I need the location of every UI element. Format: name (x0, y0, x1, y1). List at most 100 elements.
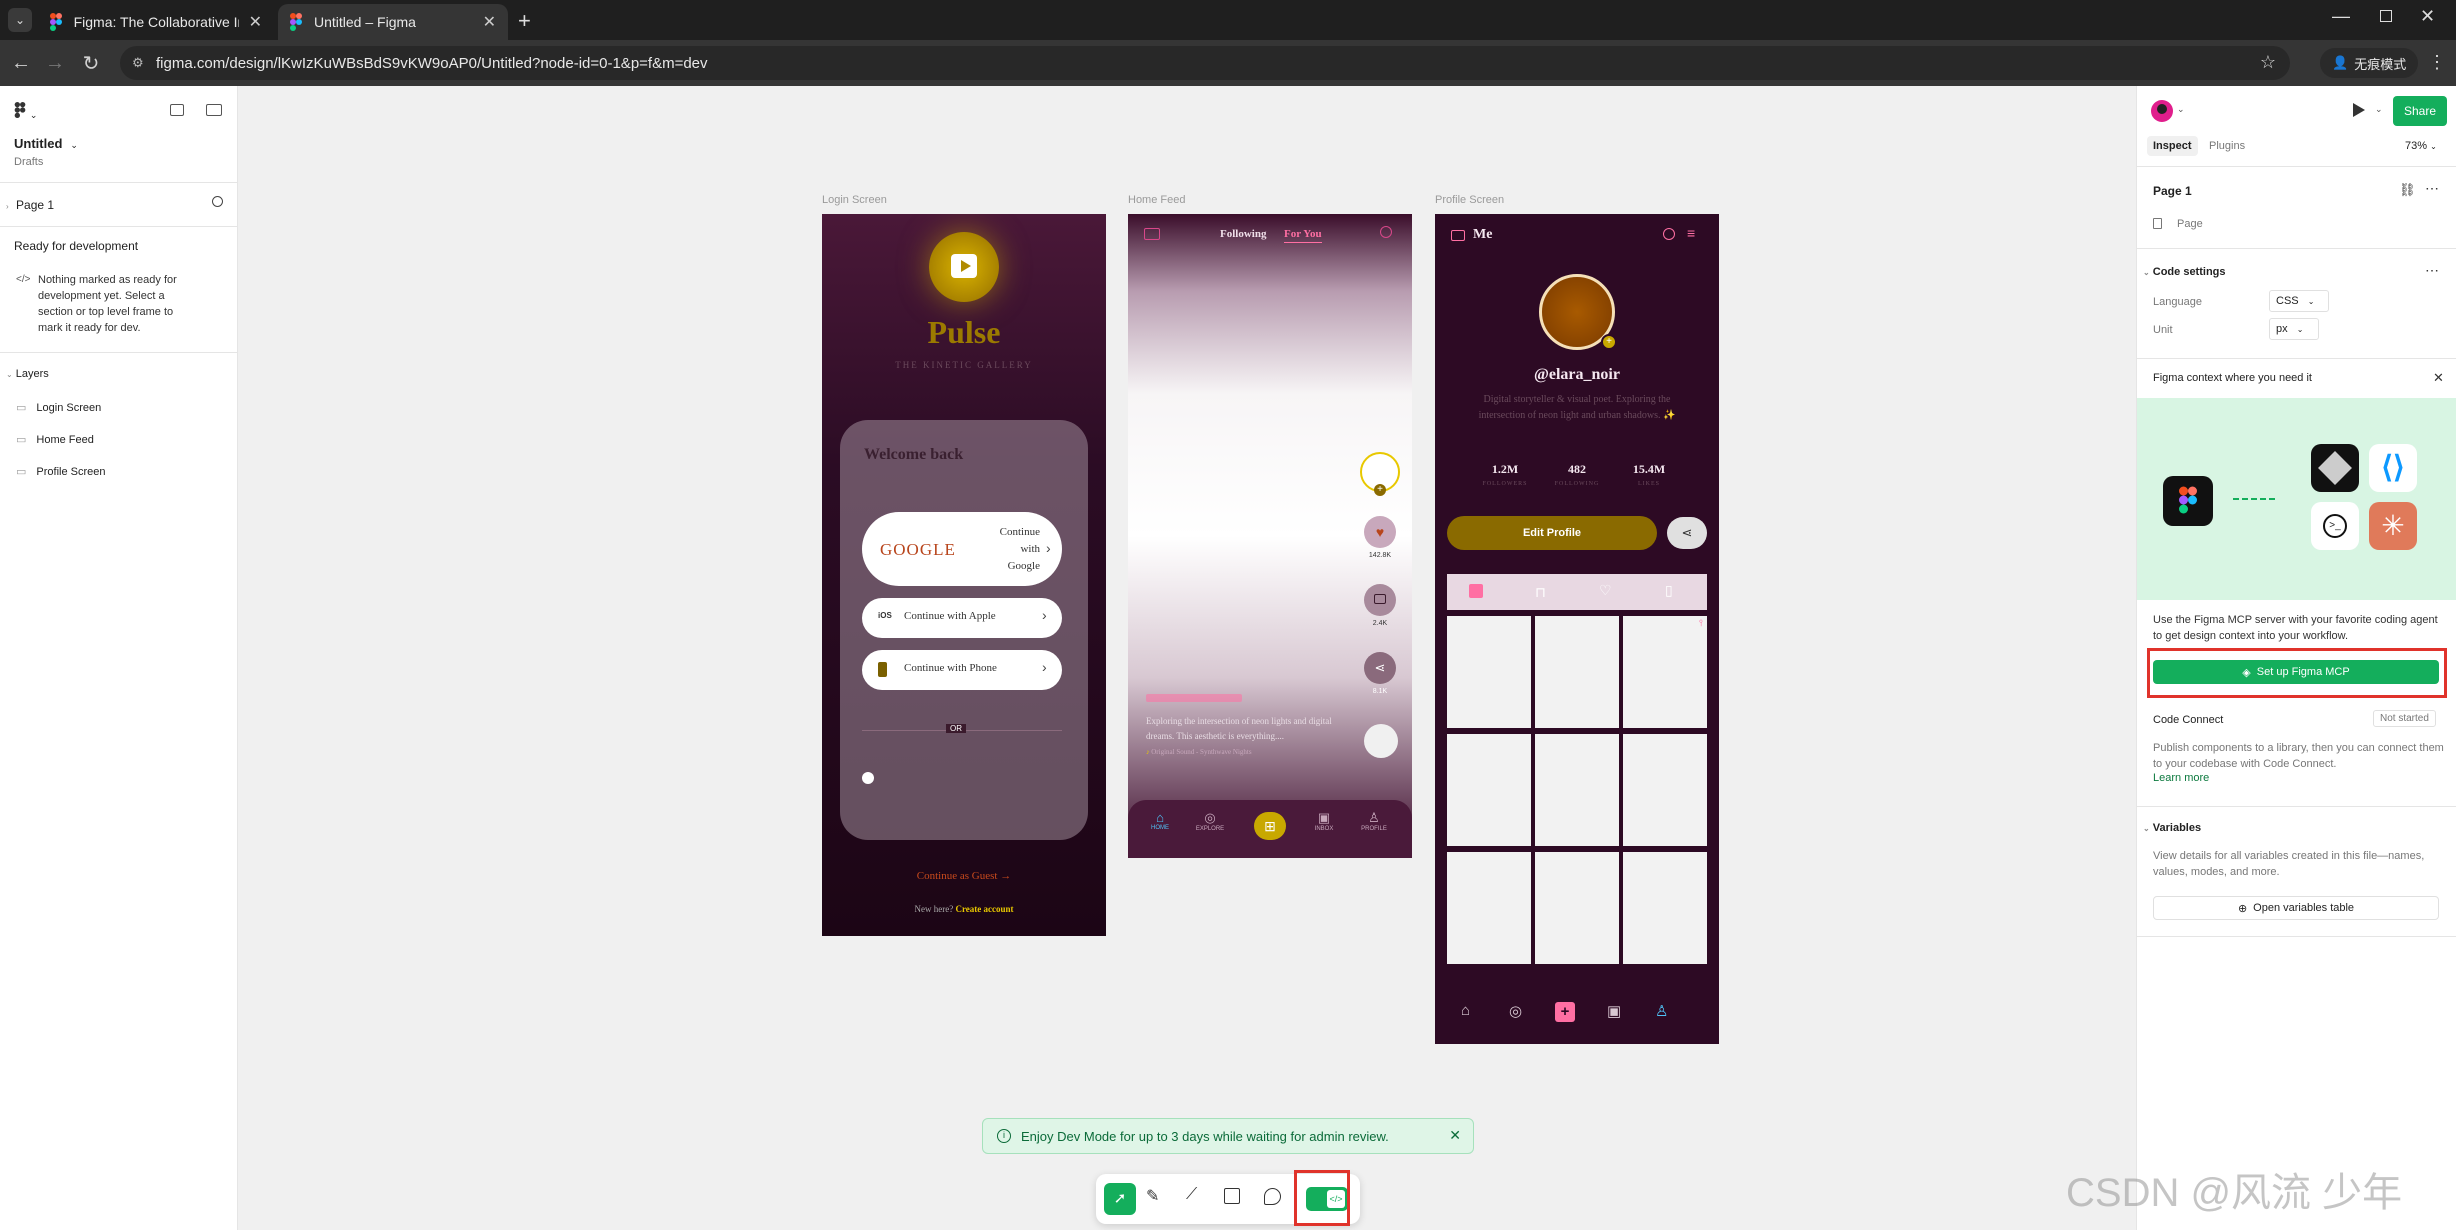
language-select[interactable]: CSS ⌄ (2269, 290, 2329, 312)
search-icon[interactable] (1663, 228, 1675, 240)
back-arrow-icon[interactable]: ← (6, 48, 36, 78)
url-bar[interactable]: ⚙ figma.com/design/lKwIzKuWBsBdS9vKW9oAP… (120, 46, 2290, 80)
grid-post[interactable] (1535, 734, 1619, 846)
reload-icon[interactable]: ↻ (76, 48, 106, 78)
guest-link[interactable]: Continue as Guest → (822, 870, 1106, 882)
site-info-icon[interactable]: ⚙ (132, 55, 144, 71)
layer-item[interactable]: ▭ Profile Screen (16, 465, 106, 478)
variables-header[interactable]: ⌄ Variables (2143, 822, 2201, 834)
profile-screen-frame[interactable]: Me ≡ + @elara_noir Digital storyteller &… (1435, 214, 1719, 1044)
frame-label[interactable]: Login Screen (822, 194, 887, 206)
tab-following[interactable]: Following (1220, 228, 1266, 240)
tab-inspect[interactable]: Inspect (2147, 136, 2198, 156)
file-name[interactable]: Untitled ⌄ (14, 136, 78, 151)
move-tool-button[interactable]: ➚ (1104, 1183, 1136, 1215)
tab-untitled-figma[interactable]: Untitled – Figma ✕ (278, 4, 508, 40)
grid-post[interactable]: ⫯ (1623, 616, 1707, 728)
window-maximize-icon[interactable] (2380, 10, 2392, 22)
incognito-indicator[interactable]: 👤 无痕模式 (2320, 48, 2419, 78)
link-icon[interactable]: ⛓ (2399, 182, 2416, 198)
home-feed-frame[interactable]: Following For You + ♥ 142.8K 2.4K ⋖ 8.1K… (1128, 214, 1412, 858)
phone-button[interactable]: Continue with Phone › (862, 650, 1062, 690)
toast-close-icon[interactable]: ✕ (1449, 1127, 1461, 1144)
bookmark-star-icon[interactable]: ☆ (2260, 52, 2276, 73)
create-account-link[interactable]: Create account (955, 904, 1013, 914)
close-icon[interactable]: ✕ (2433, 370, 2444, 386)
heart-icon[interactable]: ♡ (1599, 582, 1612, 599)
like-heart-icon[interactable]: ♥ (1364, 516, 1396, 548)
nav-home[interactable]: ⌂ HOME (1140, 810, 1180, 831)
live-tv-icon[interactable] (1451, 230, 1465, 241)
learn-more-link[interactable]: Learn more (2153, 772, 2209, 784)
pen-tool-icon[interactable]: ✎ (1146, 1186, 1159, 1206)
frame-label[interactable]: Profile Screen (1435, 194, 1504, 206)
toggle-knob[interactable] (862, 772, 874, 784)
design-canvas[interactable]: Login Screen Pulse THE KINETIC GALLERY W… (238, 86, 2136, 1230)
search-icon[interactable] (212, 196, 223, 207)
user-avatar[interactable] (2151, 100, 2173, 122)
zoom-level[interactable]: 73% ⌄ (2405, 140, 2437, 152)
live-tv-icon[interactable] (1144, 228, 1160, 240)
grid-post[interactable] (1447, 852, 1531, 964)
more-options-icon[interactable]: ⋯ (2425, 262, 2439, 279)
apple-button[interactable]: iOS Continue with Apple › (862, 598, 1062, 638)
open-variables-button[interactable]: ⊕ Open variables table (2153, 896, 2439, 920)
menu-icon[interactable]: ≡ (1687, 226, 1695, 240)
assets-icon[interactable] (170, 104, 184, 116)
compass-icon[interactable]: ◎ (1509, 1002, 1522, 1020)
annotate-tool-icon[interactable] (1224, 1188, 1240, 1204)
user-icon[interactable]: ♙ (1655, 1002, 1668, 1020)
page-selector[interactable]: › Page 1 (6, 198, 54, 212)
grid-icon[interactable] (1469, 584, 1483, 598)
tab-close-icon[interactable]: ✕ (249, 12, 262, 32)
share-icon[interactable]: ⋖ (1364, 652, 1396, 684)
chevron-down-icon[interactable]: ⌄ (2375, 104, 2383, 115)
grid-post[interactable] (1623, 852, 1707, 964)
layers-header[interactable]: ⌄ Layers (6, 368, 49, 380)
comment-icon[interactable] (1364, 584, 1396, 616)
nav-explore[interactable]: ◎ EXPLORE (1190, 810, 1230, 832)
sidebar-toggle-icon[interactable] (206, 104, 222, 116)
window-minimize-icon[interactable]: — (2332, 6, 2350, 27)
search-icon[interactable] (1380, 226, 1392, 238)
comment-tool-icon[interactable] (1264, 1188, 1281, 1205)
forward-arrow-icon[interactable]: → (40, 48, 70, 78)
inbox-icon[interactable]: ▣ (1607, 1002, 1621, 1020)
create-post-button[interactable]: + (1555, 1002, 1575, 1022)
edit-profile-button[interactable]: Edit Profile (1447, 516, 1657, 550)
figma-main-menu-icon[interactable]: ⌄ (14, 102, 37, 121)
code-settings-header[interactable]: ⌄ Code settings (2143, 266, 2226, 278)
grid-post[interactable] (1535, 616, 1619, 728)
tab-for-you[interactable]: For You (1284, 228, 1322, 243)
grid-post[interactable] (1535, 852, 1619, 964)
sound-disc[interactable] (1364, 724, 1398, 758)
tab-plugins[interactable]: Plugins (2209, 140, 2245, 152)
create-post-button[interactable]: ⊞ (1254, 812, 1286, 840)
add-photo-icon[interactable]: + (1601, 334, 1617, 350)
chevron-down-icon[interactable]: ⌄ (2177, 104, 2185, 115)
browser-menu-icon[interactable]: ⋮ (2428, 52, 2446, 73)
lock-icon[interactable]: ⊓ (1535, 584, 1546, 601)
bookmark-icon[interactable]: ▯ (1665, 582, 1673, 599)
grid-post[interactable] (1447, 734, 1531, 846)
follow-plus-icon[interactable]: + (1374, 484, 1386, 496)
frame-label[interactable]: Home Feed (1128, 194, 1185, 206)
grid-post[interactable] (1447, 616, 1531, 728)
new-tab-plus-icon[interactable]: + (518, 8, 531, 34)
nav-profile[interactable]: ♙ PROFILE (1354, 810, 1394, 832)
login-screen-frame[interactable]: Pulse THE KINETIC GALLERY Welcome back G… (822, 214, 1106, 936)
home-icon[interactable]: ⌂ (1461, 1002, 1470, 1019)
tab-list-chevron-icon[interactable]: ⌄ (8, 8, 32, 32)
tab-close-icon[interactable]: ✕ (483, 12, 496, 32)
grid-post[interactable] (1623, 734, 1707, 846)
layer-item[interactable]: ▭ Login Screen (16, 401, 101, 414)
layer-item[interactable]: ▭ Home Feed (16, 433, 94, 446)
tab-figma-home[interactable]: Figma: The Collaborative Inte ✕ (38, 4, 274, 40)
google-button[interactable]: GOOGLE Continue with Google › (862, 512, 1062, 586)
present-play-icon[interactable] (2353, 103, 2365, 117)
nav-inbox[interactable]: ▣ INBOX (1304, 810, 1344, 832)
share-button[interactable]: Share (2393, 96, 2447, 126)
window-close-icon[interactable]: ✕ (2420, 6, 2435, 27)
unit-select[interactable]: px ⌄ (2269, 318, 2319, 340)
measure-tool-icon[interactable]: ⟋ (1186, 1186, 1197, 1204)
